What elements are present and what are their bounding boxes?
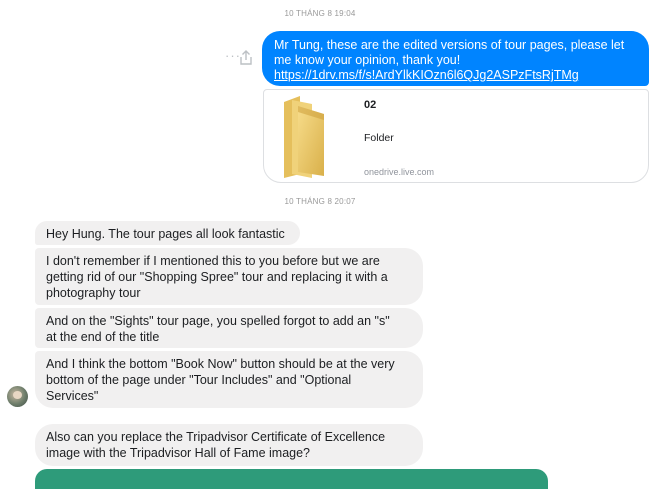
share-icon[interactable]	[239, 50, 253, 66]
attachment-title: 02	[364, 99, 377, 111]
timestamp-divider: 10 THÁNG 8 19:04	[284, 9, 356, 18]
incoming-message: And I think the bottom "Book Now" button…	[35, 351, 423, 408]
message-text: photography tour	[46, 286, 141, 300]
message-text: I don't remember if I mentioned this to …	[46, 254, 380, 268]
incoming-message: I don't remember if I mentioned this to …	[35, 248, 423, 305]
message-text: image with the Tripadvisor Hall of Fame …	[46, 446, 311, 460]
message-text: And I think the bottom "Book Now" button…	[46, 357, 395, 371]
message-text: Hey Hung. The tour pages all look fantas…	[46, 227, 285, 241]
message-text: bottom of the page under "Tour Includes"…	[46, 373, 352, 387]
attachment-domain: onedrive.live.com	[364, 167, 435, 177]
message-text: getting rid of our "Shopping Spree" tour…	[46, 270, 388, 284]
link-preview-card[interactable]: 02 Folder onedrive.live.com	[263, 89, 649, 183]
incoming-message: Also can you replace the Tripadvisor Cer…	[35, 424, 423, 466]
avatar[interactable]	[7, 386, 28, 407]
outgoing-message: Mr Tung, these are the edited versions o…	[262, 31, 649, 86]
timestamp-divider: 10 THÁNG 8 20:07	[284, 197, 356, 206]
attachment-type: Folder	[364, 132, 394, 144]
message-text: at the end of the title	[46, 330, 160, 344]
incoming-message: And on the "Sights" tour page, you spell…	[35, 308, 423, 348]
image-attachment-partial[interactable]	[35, 469, 548, 489]
folder-icon	[284, 96, 324, 178]
message-text: And on the "Sights" tour page, you spell…	[46, 314, 390, 328]
incoming-message: Hey Hung. The tour pages all look fantas…	[35, 221, 300, 245]
message-text: Services"	[46, 389, 99, 403]
message-text: me know your opinion, thank you!	[274, 53, 461, 67]
message-text: Mr Tung, these are the edited versions o…	[274, 38, 625, 52]
onedrive-link[interactable]: https://1drv.ms/f/s!ArdYlkKIOzn6l6QJg2AS…	[274, 68, 579, 82]
message-text: Also can you replace the Tripadvisor Cer…	[46, 430, 386, 444]
